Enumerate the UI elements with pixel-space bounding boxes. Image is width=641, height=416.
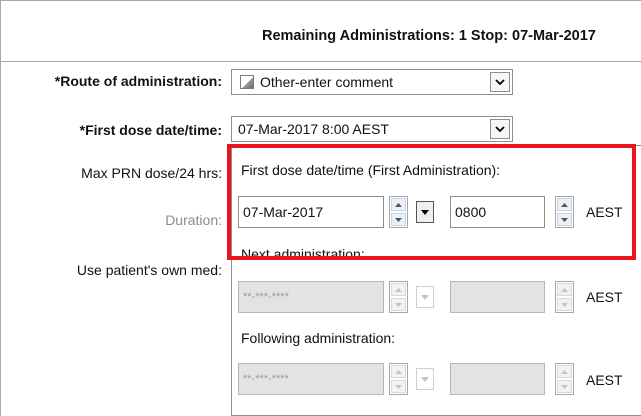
spin-up-button[interactable] (391, 365, 406, 378)
caret-down-icon (421, 376, 429, 382)
chevron-down-icon (395, 302, 402, 307)
following-admin-date-spinner[interactable] (389, 363, 408, 395)
duration-label: Duration: (165, 212, 222, 228)
chevron-up-icon (561, 287, 568, 292)
spin-down-button[interactable] (391, 298, 406, 311)
next-admin-date-input[interactable]: **-***-**** (238, 281, 384, 313)
next-admin-time-spinner[interactable] (555, 281, 574, 313)
chevron-down-icon (561, 302, 568, 307)
following-administration-label: Following administration: (241, 330, 396, 346)
spin-up-button[interactable] (557, 283, 572, 296)
remaining-administrations-text: Remaining Administrations: 1 Stop: 07-Ma… (262, 28, 596, 44)
chevron-down-icon (495, 78, 505, 85)
next-admin-date-spinner[interactable] (389, 281, 408, 313)
chevron-up-icon (395, 369, 402, 374)
spin-down-button[interactable] (391, 380, 406, 393)
caret-down-icon (421, 294, 429, 300)
following-admin-time-spinner[interactable] (555, 363, 574, 395)
highlight-annotation (227, 144, 636, 260)
next-admin-calendar-dropdown[interactable] (416, 286, 434, 308)
spin-up-button[interactable] (557, 365, 572, 378)
following-admin-time-input[interactable] (450, 363, 545, 395)
first-dose-select[interactable]: 07-Mar-2017 8:00 AEST (231, 116, 513, 142)
spin-down-button[interactable] (557, 380, 572, 393)
chevron-down-icon (395, 384, 402, 389)
next-admin-timezone: AEST (586, 289, 623, 305)
next-admin-time-input[interactable] (450, 281, 545, 313)
route-label: *Route of administration: (54, 73, 222, 89)
spin-down-button[interactable] (557, 298, 572, 311)
following-admin-calendar-dropdown[interactable] (416, 368, 434, 390)
first-dose-label: *First dose date/time: (79, 122, 222, 138)
chevron-down-icon (495, 125, 505, 132)
first-dose-select-value: 07-Mar-2017 8:00 AEST (238, 121, 389, 137)
comment-note-icon (240, 75, 254, 89)
spin-up-button[interactable] (391, 283, 406, 296)
own-med-label: Use patient's own med: (76, 262, 222, 278)
chevron-down-icon (561, 384, 568, 389)
route-select-value: Other-enter comment (260, 74, 394, 90)
first-dose-dropdown-button[interactable] (490, 119, 510, 139)
chevron-up-icon (561, 369, 568, 374)
route-select[interactable]: Other-enter comment (231, 69, 513, 95)
route-dropdown-button[interactable] (490, 72, 510, 92)
following-admin-date-input[interactable]: **-***-**** (238, 363, 384, 395)
chevron-up-icon (395, 287, 402, 292)
max-prn-label: Max PRN dose/24 hrs: (81, 165, 222, 181)
following-admin-timezone: AEST (586, 372, 623, 388)
form-left-border (0, 62, 1, 416)
